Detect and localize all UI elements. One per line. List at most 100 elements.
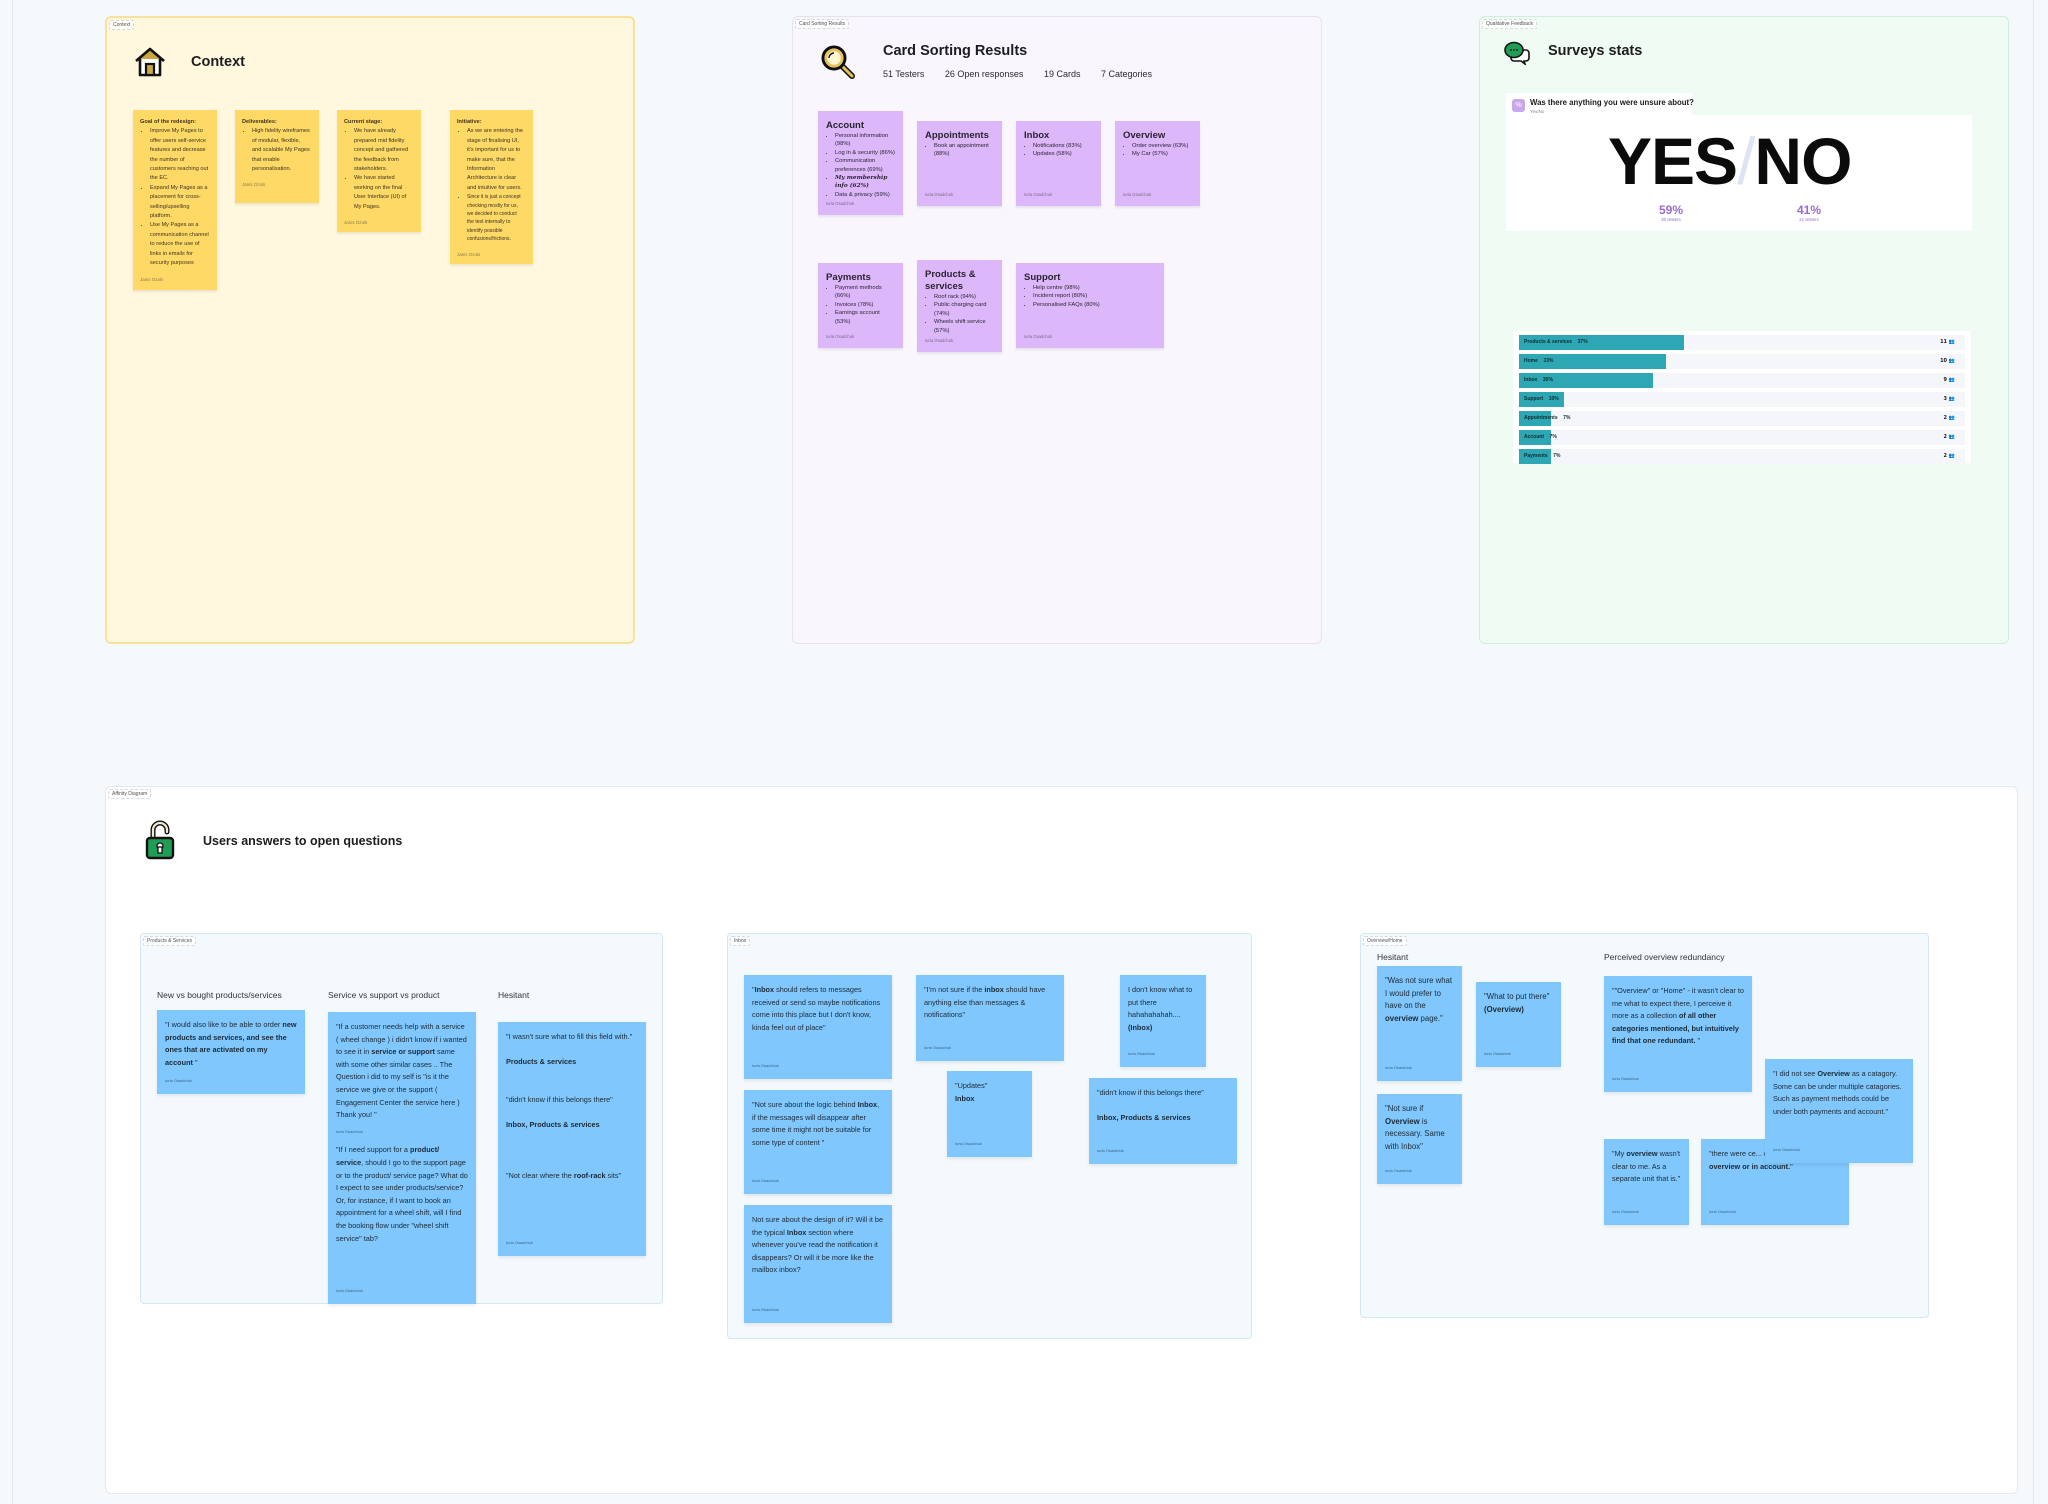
no-label: NO — [1754, 124, 1852, 198]
sticky-note[interactable]: Current stage: We have already prepared … — [337, 110, 421, 232]
note-author: Iuria Osadchuk — [1024, 333, 1053, 339]
note-author: Iuria Osadchuk — [1484, 1051, 1511, 1057]
no-percent: 41% — [1796, 203, 1822, 217]
note-author: Iuria Osadchuk — [1612, 1076, 1639, 1082]
bar-row: Payments 7% 2 👥 — [1519, 449, 1965, 464]
note-bullet: High fidelity wireframes of modular, fle… — [252, 127, 311, 174]
category-item: Data & privacy (59%) — [835, 191, 895, 199]
group-label[interactable]: Overview/Home — [1363, 936, 1407, 946]
sticky-note[interactable]: I don't know what to put there hahahahah… — [1120, 975, 1206, 1067]
note-author: Iuria Osadchuk — [752, 1063, 779, 1069]
category-item: Help centre (98%) — [1033, 284, 1156, 292]
group-label[interactable]: Products & Services — [143, 936, 197, 946]
sticky-note[interactable]: "My overview wasn't clear to me. As a se… — [1604, 1139, 1689, 1225]
frame-title: Context — [191, 54, 245, 70]
stats-row: 51 Testers 26 Open responses 19 Cards 7 … — [883, 69, 1170, 79]
category-item: Earnings account (53%) — [835, 309, 895, 326]
sticky-note[interactable]: Goal of the redesign: Improve My Pages t… — [133, 110, 217, 290]
yes-no-result-card[interactable]: YES/NO 59% 30 testers 41% 21 testers — [1506, 115, 1972, 231]
column-heading: Hesitant — [1377, 952, 1409, 962]
no-result: 41% 21 testers — [1784, 203, 1834, 222]
bar-label: Home 33% — [1524, 358, 1554, 364]
note-author: Iuria Osadchuk — [336, 1288, 363, 1294]
column-heading: Hesitant — [498, 990, 530, 1000]
category-card[interactable]: Payments Payment methods (66%) Invoices … — [818, 263, 903, 348]
category-card[interactable]: Products & services Roof rack (94%) Publ… — [917, 260, 1002, 352]
note-heading: Current stage: — [344, 119, 383, 125]
surveys-frame[interactable]: Qualitative Feedback Surveys stats YES/N… — [1479, 16, 2009, 644]
bar-count: 3 👥 — [1943, 396, 1955, 402]
yes-result: 59% 30 testers — [1646, 203, 1696, 222]
stat-cards: 19 Cards — [1043, 69, 1081, 79]
sticky-note[interactable]: "I would also like to be able to order n… — [157, 1010, 305, 1094]
sticky-note[interactable]: "I did not see Overview as a catagory. S… — [1765, 1059, 1913, 1163]
group-inbox[interactable]: Inbox "Inbox should refers to messages r… — [727, 933, 1252, 1339]
canvas-edge — [12, 0, 13, 1504]
category-card[interactable]: Inbox Notifications (83%) Updates (58%) … — [1016, 121, 1101, 206]
sticky-note[interactable]: "I'm not sure if the inbox should have a… — [916, 975, 1064, 1061]
bar-row: Account 7% 2 👥 — [1519, 430, 1965, 445]
note-author: Iuria Osadchuk — [506, 1240, 533, 1246]
sticky-note[interactable]: "If a customer needs help with a service… — [328, 1012, 476, 1304]
frame-label[interactable]: Card Sorting Results — [795, 19, 850, 29]
bar-row: Support 10% 3 👥 — [1519, 392, 1965, 407]
note-author: Iuria Osadchuk — [955, 1141, 982, 1147]
bar-count: 2 👥 — [1943, 434, 1955, 440]
sticky-note[interactable]: Deliverables: High fidelity wireframes o… — [235, 110, 319, 203]
category-item: My Car (57%) — [1132, 150, 1192, 158]
bar-label: Support 10% — [1524, 396, 1559, 402]
sticky-note[interactable]: "Inbox should refers to messages receive… — [744, 975, 892, 1079]
category-item: Notifications (83%) — [1033, 142, 1093, 150]
note-author: Iuria Osadchuk — [924, 1045, 951, 1051]
stat-categories: 7 Categories — [1101, 69, 1153, 79]
category-name: Account — [826, 120, 864, 131]
category-item: Updates (58%) — [1033, 150, 1093, 158]
category-card[interactable]: Support Help centre (98%) Incident repor… — [1016, 263, 1164, 348]
sticky-note[interactable]: Not sure about the design of it? Will it… — [744, 1205, 892, 1323]
note-text: I don't know what to put there hahahahah… — [1128, 985, 1193, 1032]
sticky-note[interactable]: "What to put there" (Overview) Iuria Osa… — [1476, 982, 1561, 1067]
note-text: "What to put there" (Overview) — [1484, 992, 1550, 1014]
sticky-note[interactable]: "Not sure if Overview is necessary. Same… — [1377, 1094, 1462, 1184]
divider-slash: / — [1737, 124, 1755, 198]
sticky-note[interactable]: "I wasn't sure what to fill this field w… — [498, 1022, 646, 1256]
bar-label: Appointments 7% — [1524, 415, 1571, 421]
canvas-scroll-edge — [2033, 0, 2034, 1504]
context-frame[interactable]: Context Context Goal of the redesign: Im… — [105, 16, 635, 644]
note-author: Iuria Osadchuk — [826, 333, 855, 339]
group-label[interactable]: Inbox — [730, 936, 751, 946]
category-item: Personal information (98%) — [835, 132, 895, 149]
house-icon — [135, 47, 165, 77]
category-item: Public charging card (74%) — [934, 301, 994, 318]
note-author: Janis Ozols — [457, 251, 481, 257]
sticky-note[interactable]: Initiative: As we are entering the stage… — [450, 110, 533, 264]
sticky-note[interactable]: "Was not sure what I would prefer to hav… — [1377, 966, 1462, 1081]
bar-count: 2 👥 — [1943, 453, 1955, 459]
sticky-note[interactable]: ""Overview" or "Home" - it wasn't clear … — [1604, 976, 1752, 1092]
note-bullet: We have started working on the final Use… — [354, 174, 413, 212]
note-bullet: Since it is just a concept checking most… — [467, 193, 525, 243]
category-item: Roof rack (94%) — [934, 293, 994, 301]
sticky-note[interactable]: "Not sure about the logic behind Inbox, … — [744, 1090, 892, 1194]
category-card[interactable]: Account Personal information (98%) Log i… — [818, 111, 903, 215]
frame-label[interactable]: Affinity Diagram — [108, 789, 152, 799]
card-sorting-frame[interactable]: Card Sorting Results Card Sorting Result… — [792, 16, 1322, 644]
sticky-note[interactable]: "Updates" Inbox Iuria Osadchuk — [947, 1071, 1032, 1157]
category-item: Order overview (63%) — [1132, 142, 1192, 150]
group-overview-home[interactable]: Overview/Home Hesitant Perceived overvie… — [1360, 933, 1929, 1318]
category-card[interactable]: Appointments Book an appointment (88%) I… — [917, 121, 1002, 206]
column-heading: Service vs support vs product — [328, 990, 440, 1000]
sticky-note[interactable]: "didn't know if this belongs there" Inbox… — [1089, 1078, 1237, 1164]
bar-label: Account 7% — [1524, 434, 1557, 440]
frame-label[interactable]: Qualitative Feedback — [1482, 19, 1537, 29]
bar-label: Payments 7% — [1524, 453, 1561, 459]
group-products-services[interactable]: Products & Services New vs bought produc… — [140, 933, 663, 1304]
category-card[interactable]: Overview Order overview (63%) My Car (57… — [1115, 121, 1200, 206]
frame-label[interactable]: Context — [109, 20, 135, 30]
note-bullet: As we are entering the stage of finalisi… — [467, 127, 525, 193]
note-author: Iuria Osadchuk — [925, 337, 954, 343]
note-text: "I would also like to be able to order n… — [165, 1020, 297, 1067]
bar-label: Products & services 37% — [1524, 339, 1588, 345]
affinity-frame[interactable]: Affinity Diagram Users answers to open q… — [105, 786, 2018, 1494]
note-author: Iuria Osadchuk — [1385, 1065, 1412, 1071]
